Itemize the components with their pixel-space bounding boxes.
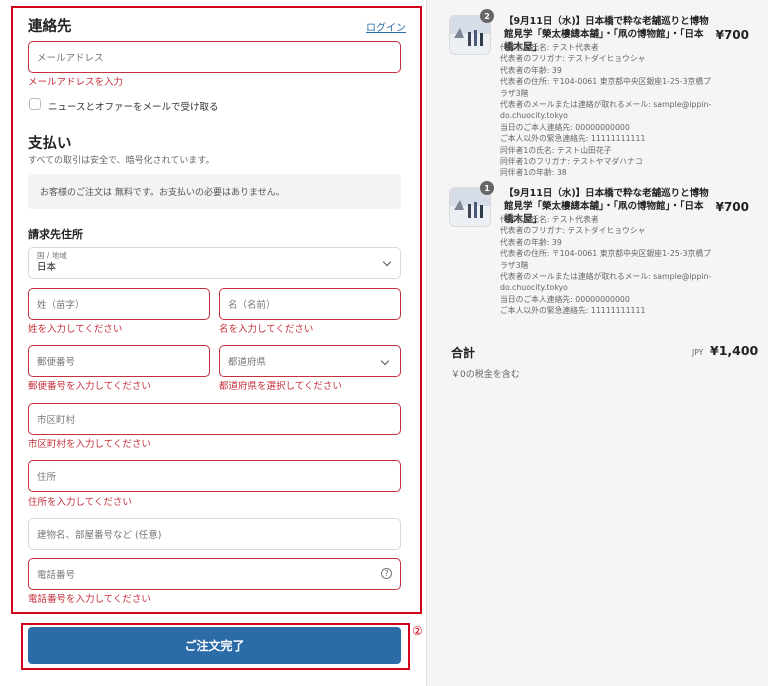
detail-line: 代表者のメールまたは連絡が取れるメール: sample@ippin-do.chu… <box>500 100 712 121</box>
email-field[interactable]: メールアドレス <box>28 41 401 73</box>
contact-heading: 連絡先 <box>28 19 72 35</box>
prefecture-error: 都道府県を選択してください <box>219 381 342 392</box>
country-select[interactable]: 国 / 地域 日本 <box>28 247 401 279</box>
login-link[interactable]: ログイン <box>366 19 406 34</box>
last-name-placeholder: 姓（苗字） <box>37 300 85 311</box>
detail-line: 代表者のフリガナ: テストダイヒョウシャ <box>500 54 646 64</box>
last-name-field[interactable]: 姓（苗字） <box>28 288 210 320</box>
newsletter-label: ニュースとオファーをメールで受け取る <box>48 102 219 113</box>
postal-code-field[interactable]: 郵便番号 <box>28 345 210 377</box>
city-placeholder: 市区町村 <box>37 415 76 426</box>
newsletter-checkbox[interactable] <box>29 98 41 110</box>
phone-field[interactable]: 電話番号? <box>28 558 401 590</box>
billing-heading: 請求先住所 <box>28 228 83 241</box>
payment-subtitle: すべての取引は安全で、暗号化されています。 <box>28 156 215 166</box>
phone-placeholder: 電話番号 <box>37 570 76 581</box>
quantity-badge: 1 <box>480 181 494 195</box>
phone-error: 電話番号を入力してください <box>28 594 151 605</box>
detail-line: 同伴者1の年齢: 38 <box>500 168 567 178</box>
country-value: 日本 <box>37 262 57 273</box>
detail-line: 代表者の氏名: テスト代表者 <box>500 215 599 224</box>
detail-line: 当日のご本人連絡先: 00000000000 <box>500 294 630 304</box>
building-field[interactable]: 建物名、部屋番号など (任意) <box>28 518 401 550</box>
detail-line: 当日のご本人連絡先: 00000000000 <box>500 122 630 132</box>
detail-line: 代表者の年齢: 39 <box>500 237 562 247</box>
help-icon[interactable]: ? <box>381 568 392 579</box>
tax-note: ￥0の税金を含む <box>451 370 520 380</box>
postal-code-error: 郵便番号を入力してください <box>28 381 151 392</box>
detail-line: ご本人以外の緊急連絡先: 11111111111 <box>500 134 646 144</box>
email-placeholder: メールアドレス <box>37 53 104 64</box>
product-details: 代表者の氏名: テスト代表者 代表者のフリガナ: テストダイヒョウシャ 代表者の… <box>500 42 715 179</box>
detail-line: 代表者のメールまたは連絡が取れるメール: sample@ippin-do.chu… <box>500 272 712 293</box>
detail-line: ご本人以外の緊急連絡先: 11111111111 <box>500 306 646 316</box>
detail-line: 代表者の年齢: 39 <box>500 65 562 75</box>
detail-line: 代表者の氏名: テスト代表者 <box>500 43 599 52</box>
total-label: 合計 <box>451 346 476 360</box>
total-amount: ¥1,400 <box>710 343 759 358</box>
payment-heading: 支払い <box>28 136 72 152</box>
detail-line: 代表者の住所: 〒104-0061 東京都中央区銀座1-25-3京橋プラザ3階 <box>500 249 711 270</box>
email-error: メールアドレスを入力 <box>28 77 124 88</box>
first-name-error: 名を入力してください <box>219 324 314 335</box>
payment-notice: お客様のご注文は 無料です。お支払いの必要はありません。 <box>28 174 401 209</box>
postal-code-placeholder: 郵便番号 <box>37 357 76 368</box>
address-error: 住所を入力してください <box>28 497 132 508</box>
city-field[interactable]: 市区町村 <box>28 403 401 435</box>
country-label: 国 / 地域 <box>37 251 67 260</box>
detail-line: 同伴者1のフリガナ: テストヤマダハナコ <box>500 157 643 167</box>
quantity-badge: 2 <box>480 9 494 23</box>
first-name-field[interactable]: 名（名前） <box>219 288 401 320</box>
building-placeholder: 建物名、部屋番号など (任意) <box>37 530 162 541</box>
complete-order-button[interactable]: ご注文完了 <box>28 627 401 664</box>
prefecture-placeholder: 都道府県 <box>228 357 267 368</box>
prefecture-select[interactable]: 都道府県 <box>219 345 401 377</box>
product-price: ¥700 <box>715 200 749 214</box>
last-name-error: 姓を入力してください <box>28 324 123 335</box>
address-placeholder: 住所 <box>37 472 57 483</box>
address-field[interactable]: 住所 <box>28 460 401 492</box>
detail-line: 代表者の住所: 〒104-0061 東京都中央区銀座1-25-3京橋プラザ3階 <box>500 77 711 98</box>
city-error: 市区町村を入力してください <box>28 439 151 450</box>
total-currency: JPY <box>692 348 704 357</box>
payment-notice-text: お客様のご注文は 無料です。お支払いの必要はありません。 <box>40 188 285 198</box>
detail-line: 同伴者1の氏名: テスト山田花子 <box>500 145 612 155</box>
product-details: 代表者の氏名: テスト代表者 代表者のフリガナ: テストダイヒョウシャ 代表者の… <box>500 214 715 317</box>
annotation-marker-2: ② <box>412 624 423 638</box>
chevron-down-icon <box>380 356 390 366</box>
product-price: ¥700 <box>715 28 749 42</box>
detail-line: 代表者のフリガナ: テストダイヒョウシャ <box>500 226 646 236</box>
first-name-placeholder: 名（名前） <box>228 300 276 311</box>
